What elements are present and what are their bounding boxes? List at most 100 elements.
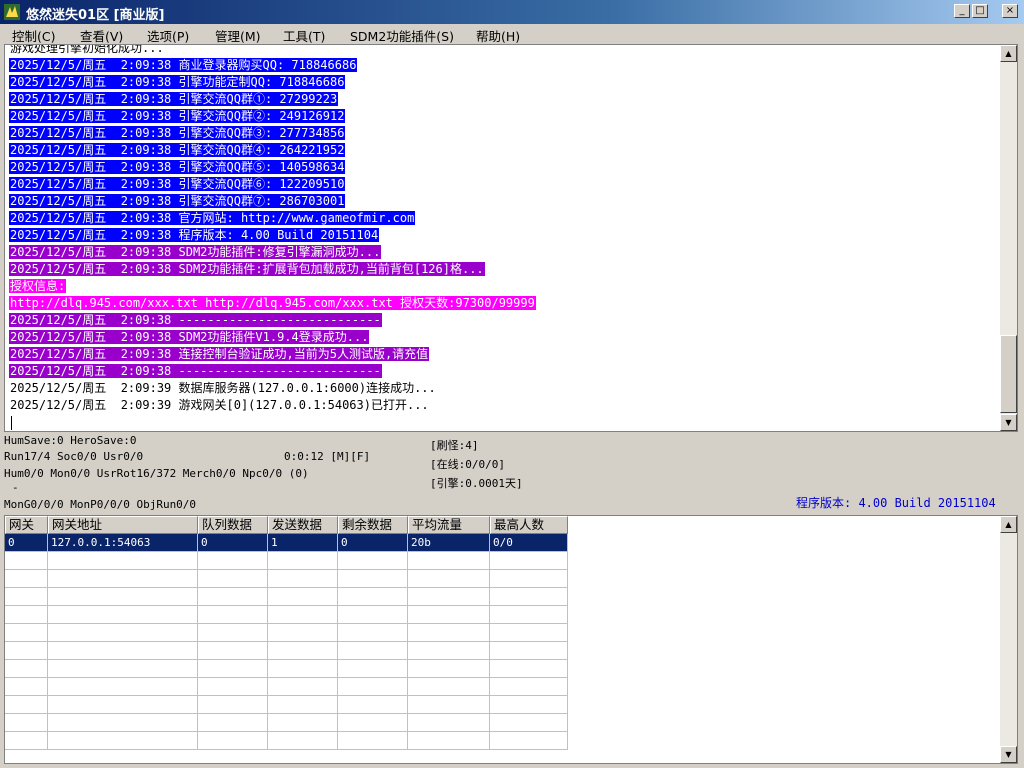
log-line-text: 2025/12/5/周五 2:09:38 引擎交流QQ群⑤: 140598634 bbox=[9, 160, 346, 174]
table-scroll-down-icon[interactable]: ▼ bbox=[1000, 746, 1017, 763]
menu-tools[interactable]: 工具(T) bbox=[283, 26, 325, 45]
log-line-text: 游戏处理引擎初始化成功... bbox=[10, 44, 164, 55]
table-cell bbox=[5, 732, 48, 750]
log-line-text: 2025/12/5/周五 2:09:38 引擎功能定制QQ: 718846686 bbox=[9, 75, 346, 89]
table-cell bbox=[268, 552, 338, 570]
log-line: 2025/12/5/周五 2:09:38 SDM2功能插件V1.9.4登录成功.… bbox=[9, 329, 999, 346]
table-cell bbox=[338, 714, 408, 732]
table-cell bbox=[198, 714, 268, 732]
minimize-button[interactable]: _ bbox=[954, 4, 970, 18]
log-line: 2025/12/5/周五 2:09:39 数据库服务器(127.0.0.1:60… bbox=[9, 380, 999, 397]
table-cell: 0 bbox=[338, 534, 408, 552]
log-line: 2025/12/5/周五 2:09:38 引擎交流QQ群②: 249126912 bbox=[9, 108, 999, 125]
table-scrollbar[interactable]: ▲ ▼ bbox=[1000, 516, 1017, 763]
close-button[interactable]: × bbox=[1002, 4, 1018, 18]
menu-view[interactable]: 查看(V) bbox=[80, 26, 123, 45]
table-cell bbox=[268, 606, 338, 624]
scroll-up-icon[interactable]: ▲ bbox=[1000, 45, 1017, 62]
table-cell bbox=[198, 624, 268, 642]
log-line-text: 2025/12/5/周五 2:09:38 -------------------… bbox=[9, 364, 382, 378]
menu-control[interactable]: 控制(C) bbox=[12, 26, 55, 45]
column-header[interactable]: 网关地址 bbox=[48, 516, 198, 534]
log-line: 2025/12/5/周五 2:09:38 官方网站: http://www.ga… bbox=[9, 210, 999, 227]
table-cell: 0 bbox=[5, 534, 48, 552]
table-cell bbox=[490, 588, 568, 606]
log-line-text: 2025/12/5/周五 2:09:38 官方网站: http://www.ga… bbox=[9, 211, 416, 225]
empty-table-row[interactable] bbox=[5, 714, 568, 732]
log-line-text: 授权信息: bbox=[9, 279, 67, 293]
humsave-status: HumSave:0 HeroSave:0 bbox=[4, 434, 137, 447]
log-line-text: http://dlq.945.com/xxx.txt http://dlq.94… bbox=[9, 296, 536, 310]
table-cell bbox=[48, 624, 198, 642]
empty-table-row[interactable] bbox=[5, 552, 568, 570]
scroll-down-icon[interactable]: ▼ bbox=[1000, 414, 1017, 431]
column-header[interactable]: 队列数据 bbox=[198, 516, 268, 534]
title-bar[interactable]: 悠然迷失01区 [商业版] _ □ × bbox=[0, 0, 1024, 24]
log-input-line bbox=[9, 414, 999, 431]
log-line: 2025/12/5/周五 2:09:38 连接控制台验证成功,当前为5人测试版,… bbox=[9, 346, 999, 363]
table-cell bbox=[5, 678, 48, 696]
log-line-text: 2025/12/5/周五 2:09:38 商业登录器购买QQ: 71884668… bbox=[9, 58, 358, 72]
refresh-monster-status: [刷怪:4] bbox=[430, 439, 479, 452]
empty-table-row[interactable] bbox=[5, 624, 568, 642]
log-line-text: 2025/12/5/周五 2:09:38 引擎交流QQ群②: 249126912 bbox=[9, 109, 346, 123]
empty-table-row[interactable] bbox=[5, 642, 568, 660]
table-cell bbox=[48, 642, 198, 660]
table-cell bbox=[268, 570, 338, 588]
maximize-button[interactable]: □ bbox=[972, 4, 988, 18]
menu-sdm2-plugin[interactable]: SDM2功能插件(S) bbox=[350, 26, 454, 45]
log-line-text: 2025/12/5/周五 2:09:38 引擎交流QQ群⑥: 122209510 bbox=[9, 177, 346, 191]
empty-table-row[interactable] bbox=[5, 660, 568, 678]
table-cell bbox=[408, 588, 490, 606]
table-scroll-up-icon[interactable]: ▲ bbox=[1000, 516, 1017, 533]
table-cell bbox=[408, 714, 490, 732]
log-line: http://dlq.945.com/xxx.txt http://dlq.94… bbox=[9, 295, 999, 312]
table-cell bbox=[338, 642, 408, 660]
log-scroll-thumb[interactable] bbox=[1000, 335, 1017, 413]
log-line-text: 2025/12/5/周五 2:09:38 引擎交流QQ群⑦: 286703001 bbox=[9, 194, 346, 208]
column-header[interactable]: 最高人数 bbox=[490, 516, 568, 534]
app-icon bbox=[4, 4, 20, 20]
empty-table-row[interactable] bbox=[5, 732, 568, 750]
log-line: 2025/12/5/周五 2:09:38 SDM2功能插件:修复引擎漏洞成功..… bbox=[9, 244, 999, 261]
table-cell bbox=[338, 588, 408, 606]
log-line-text: 2025/12/5/周五 2:09:38 SDM2功能插件:修复引擎漏洞成功..… bbox=[9, 245, 382, 259]
table-cell bbox=[408, 660, 490, 678]
online-status: [在线:0/0/0] bbox=[430, 458, 505, 471]
empty-table-row[interactable] bbox=[5, 570, 568, 588]
log-scrollbar[interactable]: ▲ ▼ bbox=[1000, 45, 1017, 431]
status-panel: HumSave:0 HeroSave:0 Run17/4 Soc0/0 Usr0… bbox=[0, 432, 1024, 514]
uptime-timer: 0:0:12 [M][F] bbox=[284, 450, 371, 463]
column-header[interactable]: 剩余数据 bbox=[338, 516, 408, 534]
empty-table-row[interactable] bbox=[5, 696, 568, 714]
table-cell bbox=[48, 678, 198, 696]
log-lines: 游戏处理引擎初始化成功... 2025/12/5/周五 2:09:38 商业登录器… bbox=[9, 44, 999, 431]
table-cell bbox=[338, 606, 408, 624]
server-log[interactable]: 游戏处理引擎初始化成功... 2025/12/5/周五 2:09:38 商业登录器… bbox=[4, 44, 1018, 432]
table-cell bbox=[338, 732, 408, 750]
log-line: 2025/12/5/周五 2:09:38 程序版本: 4.00 Build 20… bbox=[9, 227, 999, 244]
table-cell bbox=[198, 642, 268, 660]
column-header[interactable]: 平均流量 bbox=[408, 516, 490, 534]
table-row[interactable]: 0 127.0.0.1:54063 0 1 0 20b 0/0 bbox=[5, 534, 568, 552]
column-header[interactable]: 发送数据 bbox=[268, 516, 338, 534]
menu-help[interactable]: 帮助(H) bbox=[476, 26, 520, 45]
empty-table-row[interactable] bbox=[5, 606, 568, 624]
table-cell bbox=[490, 642, 568, 660]
table-cell bbox=[198, 552, 268, 570]
log-line: 2025/12/5/周五 2:09:38 SDM2功能插件:扩展背包加载成功,当… bbox=[9, 261, 999, 278]
empty-table-row[interactable] bbox=[5, 588, 568, 606]
log-line: 2025/12/5/周五 2:09:38 引擎功能定制QQ: 718846686 bbox=[9, 74, 999, 91]
monster-status: MonG0/0/0 MonP0/0/0 ObjRun0/0 bbox=[4, 498, 197, 511]
gateway-table[interactable]: 网关 网关地址 队列数据 发送数据 剩余数据 平均流量 最高人数 0 127.0.0.1:54… bbox=[4, 515, 1018, 764]
column-header[interactable]: 网关 bbox=[5, 516, 48, 534]
log-line: 2025/12/5/周五 2:09:38 引擎交流QQ群③: 277734856 bbox=[9, 125, 999, 142]
table-cell bbox=[490, 678, 568, 696]
menu-options[interactable]: 选项(P) bbox=[147, 26, 189, 45]
table-cell bbox=[5, 570, 48, 588]
table-cell bbox=[5, 624, 48, 642]
menu-manage[interactable]: 管理(M) bbox=[215, 26, 261, 45]
log-line: 2025/12/5/周五 2:09:38 -------------------… bbox=[9, 363, 999, 380]
empty-table-row[interactable] bbox=[5, 678, 568, 696]
table-cell bbox=[48, 570, 198, 588]
